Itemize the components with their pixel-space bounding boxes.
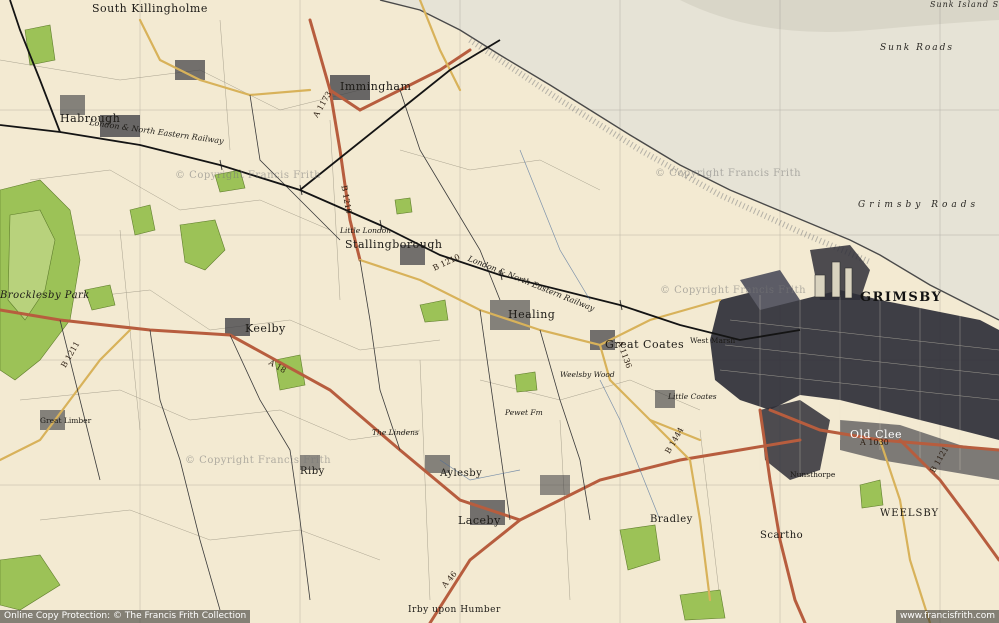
- label-grimsby-roads: Grimsby Roads: [858, 200, 980, 210]
- watermark-1: © Copyright Francis Frith: [655, 168, 802, 179]
- label-scartho: Scartho: [760, 530, 804, 541]
- label-the-lindens: The Lindens: [372, 428, 419, 437]
- label-west-marsh: West Marsh: [690, 336, 736, 345]
- label-great-limber: Great Limber: [40, 416, 92, 425]
- label-pewet-farm: Pewet Fm: [505, 408, 543, 417]
- label-aylesby: Aylesby: [440, 468, 483, 479]
- label-south-killingholme: South Killingholme: [92, 2, 208, 15]
- railway-docks: [299, 39, 501, 191]
- label-sunk-island: Sunk Island S: [930, 0, 999, 9]
- label-irby-upon-humber: Irby upon Humber: [408, 605, 501, 615]
- label-healing: Healing: [508, 308, 556, 321]
- label-road-a1030: A 1030: [860, 438, 889, 447]
- streams: [439, 149, 661, 521]
- minor-roads: [59, 89, 591, 611]
- label-riby: Riby: [300, 466, 325, 477]
- label-laceby: Laceby: [458, 514, 501, 527]
- label-bradley: Bradley: [650, 514, 693, 525]
- label-immingham: Immingham: [340, 80, 412, 93]
- label-little-london: Little London: [340, 226, 392, 235]
- label-weelsby-wood: Weelsby Wood: [560, 370, 615, 379]
- watermark-2: © Copyright Francis Frith: [660, 285, 807, 296]
- label-grimsby: GRIMSBY: [860, 290, 943, 305]
- label-keelby: Keelby: [245, 322, 286, 335]
- railway-north: [9, 0, 61, 133]
- watermark-3: © Copyright Francis Frith: [175, 170, 322, 181]
- label-stallingborough: Stallingborough: [345, 238, 443, 251]
- label-weelsby: WEELSBY: [880, 508, 940, 519]
- watermark-4: © Copyright Francis Frith: [185, 455, 332, 466]
- label-brocklesby-park: Brocklesby Park: [0, 290, 90, 301]
- historic-os-map: South Killingholme Immingham Habrough St…: [0, 0, 999, 623]
- label-nunsthorpe: Nunsthorpe: [790, 470, 836, 479]
- label-sunk-roads: Sunk Roads: [880, 43, 955, 53]
- label-little-coates: Little Coates: [668, 392, 717, 401]
- site-link[interactable]: www.francisfrith.com: [895, 610, 999, 623]
- copyright-footer: Online Copy Protection: © The Francis Fr…: [0, 610, 251, 623]
- map-canvas: [0, 0, 999, 623]
